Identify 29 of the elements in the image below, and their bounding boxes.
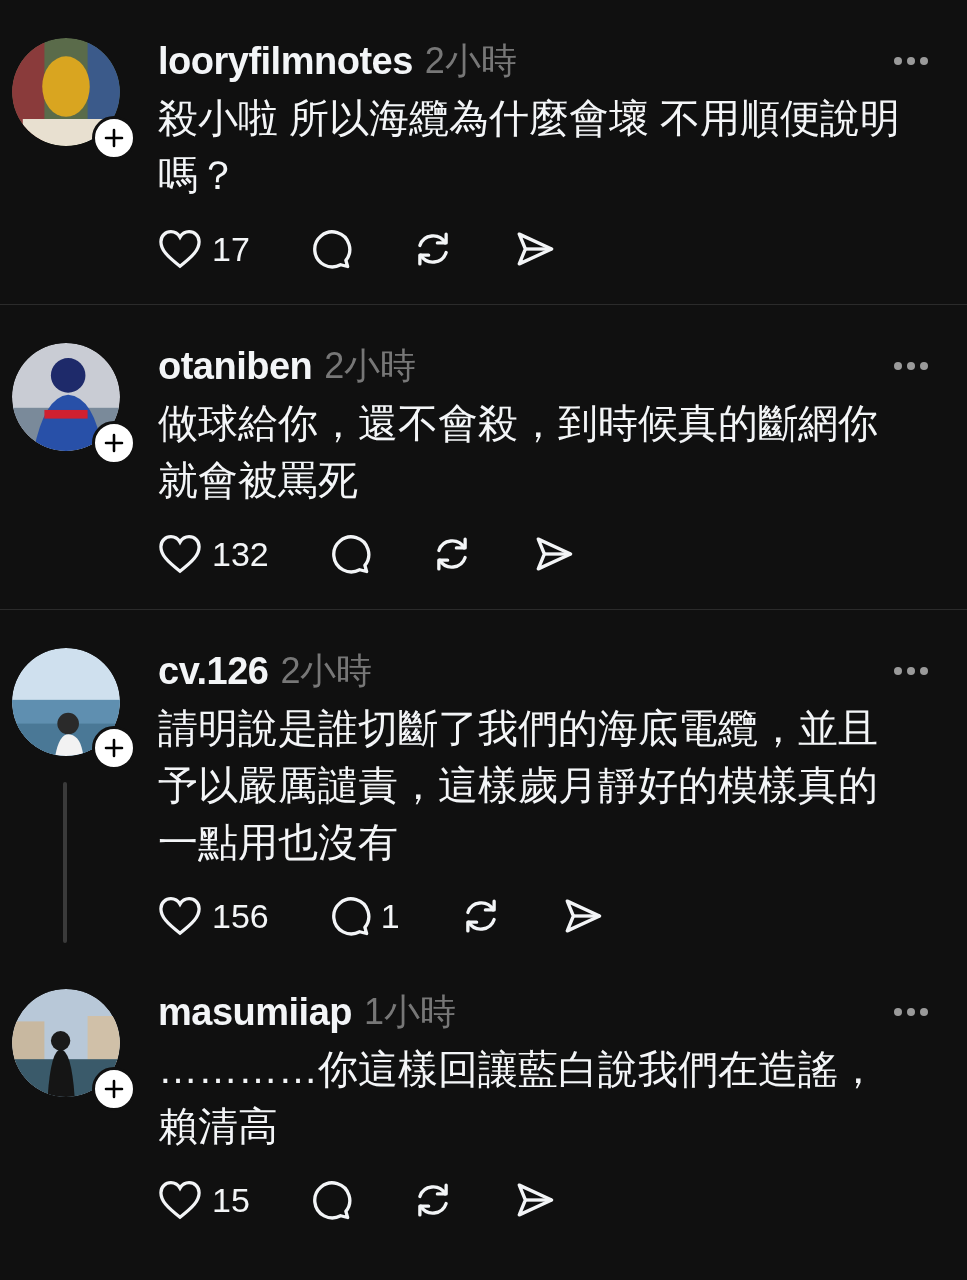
reply-count: 1 xyxy=(380,895,400,937)
username[interactable]: masumiiap xyxy=(158,983,353,1041)
username[interactable]: looryfilmnotes xyxy=(158,32,413,90)
post-text: …………你這樣回讓藍白說我們在造謠，賴清高 xyxy=(158,1046,879,1150)
like-count: 15 xyxy=(212,1179,250,1221)
post-text: 殺小啦 所以海纜為什麼會壞 不用順便說明嗎？ xyxy=(158,95,902,199)
post-text: 請明說是誰切斷了我們的海底電纜，並且予以嚴厲譴責，這樣歲月靜好的模樣真的一點用也沒有 xyxy=(158,705,879,866)
heart-icon[interactable] xyxy=(158,229,202,269)
post-time: 2小時 xyxy=(324,344,417,388)
heart-icon[interactable] xyxy=(158,1180,202,1220)
post-time: 1小時 xyxy=(364,990,457,1034)
heart-icon[interactable] xyxy=(158,534,202,574)
more-icon[interactable] xyxy=(893,666,929,676)
post-time: 2小時 xyxy=(280,649,373,693)
plus-icon xyxy=(103,737,125,759)
post-text: 做球給你，還不會殺，到時候真的斷網你就會被罵死 xyxy=(158,400,879,504)
more-icon[interactable] xyxy=(893,361,929,371)
username[interactable]: otaniben xyxy=(158,337,313,395)
more-icon[interactable] xyxy=(893,56,929,66)
username[interactable]: cv.126 xyxy=(158,642,269,700)
heart-icon[interactable] xyxy=(158,896,202,936)
plus-icon xyxy=(103,1078,125,1100)
plus-icon xyxy=(103,432,125,454)
like-count: 132 xyxy=(212,533,269,575)
like-count: 17 xyxy=(212,228,250,270)
plus-icon xyxy=(103,127,125,149)
post-time: 2小時 xyxy=(424,39,517,83)
like-count: 156 xyxy=(212,895,269,937)
more-icon[interactable] xyxy=(893,1007,929,1017)
